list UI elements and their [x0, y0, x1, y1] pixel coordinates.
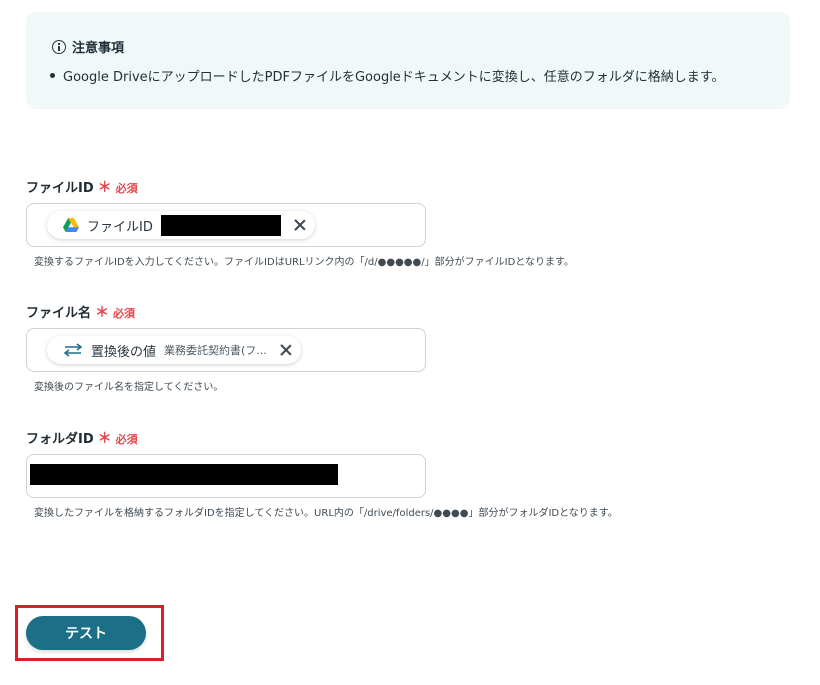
file-id-label: ファイルID ＊ 必須 — [26, 177, 138, 197]
file-name-label: ファイル名 ＊ 必須 — [26, 302, 135, 322]
required-text: 必須 — [115, 182, 138, 195]
folder-id-label-text: フォルダID — [26, 432, 94, 447]
notice-title: 注意事項 — [72, 41, 125, 56]
close-icon[interactable] — [279, 343, 293, 357]
folder-id-label: フォルダID ＊ 必須 — [26, 428, 138, 448]
swap-arrows-icon — [63, 343, 83, 357]
required-mark: ＊ — [97, 431, 112, 447]
file-name-input[interactable]: 置換後の値 業務委託契約書(フ... — [26, 328, 426, 372]
google-drive-icon — [63, 218, 79, 232]
notice-header: 注意事項 — [52, 37, 124, 56]
folder-id-input[interactable] — [26, 454, 426, 498]
redacted-value — [30, 464, 338, 485]
file-name-chip-label: 置換後の値 — [91, 344, 157, 360]
bullet-icon — [50, 73, 55, 78]
file-id-help: 変換するファイルIDを入力してください。ファイルIDはURLリンク内の「/d/●… — [34, 257, 574, 268]
redacted-value — [160, 214, 281, 236]
info-icon — [52, 39, 66, 54]
file-id-chip[interactable]: ファイルID — [47, 211, 315, 239]
file-name-label-text: ファイル名 — [26, 306, 92, 321]
required-text: 必須 — [115, 433, 138, 446]
folder-id-help: 変換したファイルを格納するフォルダIDを指定してください。URL内の「/driv… — [34, 508, 618, 519]
file-name-chip-value: 業務委託契約書(フ... — [164, 344, 267, 357]
file-id-chip-label: ファイルID — [87, 219, 153, 235]
file-id-label-text: ファイルID — [26, 181, 94, 196]
close-icon[interactable] — [293, 218, 307, 232]
test-button[interactable]: テスト — [26, 616, 146, 650]
file-name-chip[interactable]: 置換後の値 業務委託契約書(フ... — [47, 336, 301, 364]
file-name-help: 変換後のファイル名を指定してください。 — [34, 382, 224, 393]
notice-panel: 注意事項 Google DriveにアップロードしたPDFファイルをGoogle… — [26, 12, 790, 109]
notice-list-item: Google DriveにアップロードしたPDFファイルをGoogleドキュメン… — [50, 66, 725, 85]
notice-item-text: Google DriveにアップロードしたPDFファイルをGoogleドキュメン… — [63, 70, 725, 85]
required-text: 必須 — [113, 307, 136, 320]
required-mark: ＊ — [95, 305, 110, 321]
required-mark: ＊ — [97, 180, 112, 196]
file-id-input[interactable]: ファイルID — [26, 203, 426, 247]
